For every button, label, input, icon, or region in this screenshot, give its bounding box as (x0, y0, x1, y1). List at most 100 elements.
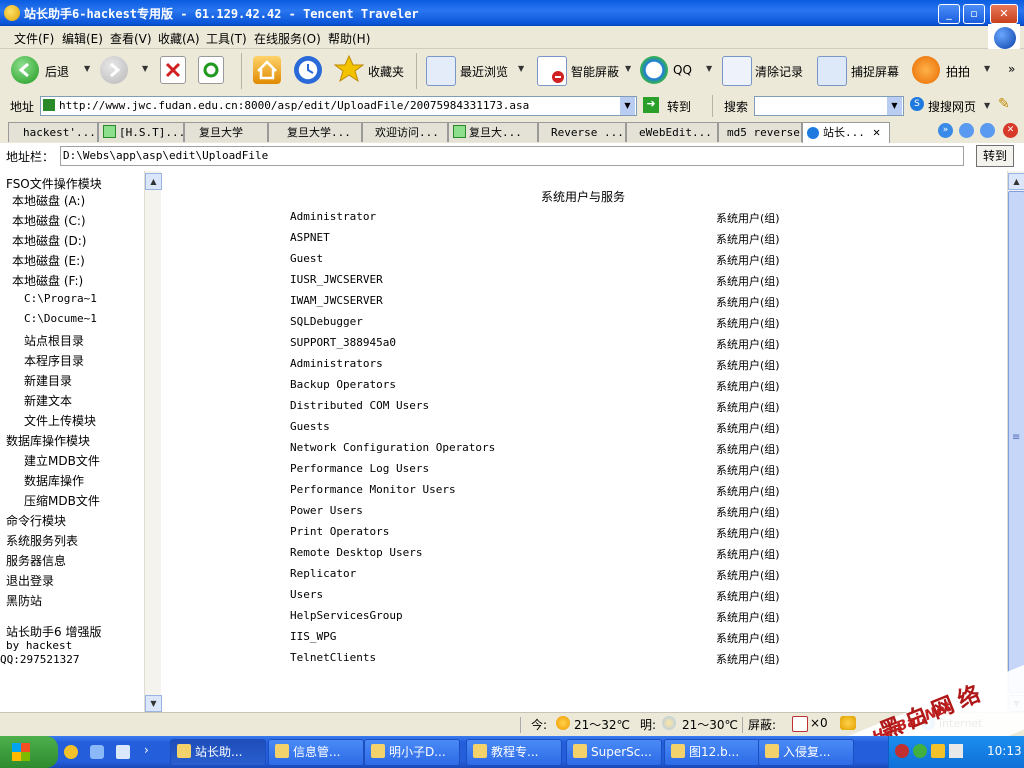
tab-zhanzhang-active[interactable]: 站长... ✕ (802, 122, 890, 143)
address-dropdown-icon[interactable]: ▼ (620, 97, 635, 115)
user-name: ASPNET (290, 231, 330, 244)
quicklaunch-app-icon[interactable] (90, 745, 104, 759)
tab-list-icon[interactable]: » (938, 123, 953, 138)
tab-fudan-2[interactable]: 复旦大学... (268, 122, 362, 142)
menu-online-service[interactable]: 在线服务(O) (254, 30, 321, 47)
capture-screen-icon[interactable] (817, 56, 847, 86)
toolbar-overflow-icon[interactable]: » (1008, 62, 1015, 76)
search-input[interactable]: ▼ (754, 96, 904, 116)
tab-fudan-1[interactable]: 复旦大学 (184, 122, 268, 142)
tab-welcome[interactable]: 欢迎访问... (362, 122, 448, 142)
task-app-icon (275, 744, 289, 758)
toolbar: 后退 ▼ ▼ 收藏夹 最近浏览 ▼ 智能屏蔽 ▼ QQ ▼ 清除记录 捕捉屏幕 … (0, 49, 1024, 94)
tab-ewebeditor[interactable]: eWebEdit... (626, 122, 718, 142)
title-bar[interactable]: 站长助手6-hackest专用版 - 61.129.42.42 - Tencen… (0, 0, 1024, 26)
go-arrow-icon[interactable]: ➜ (643, 97, 659, 113)
tab-md5-reverse[interactable]: md5 reverse (718, 122, 802, 142)
user-name: Distributed COM Users (290, 399, 430, 412)
tab-reverse[interactable]: Reverse ... (538, 122, 626, 142)
tray-network-icon[interactable] (913, 744, 927, 758)
scroll-down-arrow-icon[interactable]: ▼ (1008, 695, 1024, 712)
menu-favorites[interactable]: 收藏(A) (158, 30, 200, 47)
scroll-thumb[interactable]: ≡ (1008, 191, 1024, 693)
task-app-icon (177, 744, 191, 758)
smart-block-button[interactable]: 智能屏蔽 (571, 63, 619, 80)
menu-file[interactable]: 文件(F) (14, 30, 54, 47)
taskbar-button[interactable]: SuperSc... (566, 739, 662, 766)
menu-tools[interactable]: 工具(T) (206, 30, 247, 47)
paipai-button[interactable]: 拍拍 (946, 63, 970, 80)
search-dropdown-icon[interactable]: ▼ (887, 97, 902, 115)
content-scrollbar[interactable]: ▲ ≡ ▼ (1007, 171, 1024, 712)
back-dropdown-icon[interactable]: ▼ (84, 64, 90, 73)
menu-edit[interactable]: 编辑(E) (62, 30, 103, 47)
close-all-tabs-icon[interactable]: ✕ (1003, 123, 1018, 138)
clock[interactable]: 10:13 (987, 744, 1022, 758)
taskbar-button[interactable]: 入侵复... (758, 739, 854, 766)
refresh-icon[interactable] (198, 56, 224, 84)
minimize-button[interactable]: _ (938, 4, 960, 24)
capture-screen-button[interactable]: 捕捉屏幕 (851, 63, 899, 80)
tab-label: 欢迎访问... (375, 126, 439, 139)
plugin-icon[interactable] (840, 716, 856, 730)
home-icon[interactable] (253, 56, 281, 84)
user-name: Performance Monitor Users (290, 483, 456, 496)
menu-view[interactable]: 查看(V) (110, 30, 152, 47)
clear-history-icon[interactable] (722, 56, 752, 86)
back-button[interactable]: 后退 (45, 63, 69, 80)
paipai-icon[interactable] (912, 56, 940, 84)
tab-close-icon[interactable]: ✕ (873, 123, 880, 142)
scroll-up-arrow-icon[interactable]: ▲ (1008, 173, 1024, 190)
taskbar-button[interactable]: 信息管... (268, 739, 364, 766)
favorites-star-icon[interactable] (333, 54, 365, 84)
taskbar-button[interactable]: 明小子D... (364, 739, 460, 766)
quicklaunch-expand-icon[interactable]: › (144, 743, 149, 757)
qq-button[interactable]: QQ (673, 63, 692, 77)
block-icon[interactable] (792, 716, 808, 732)
taskbar-button[interactable]: 站长助... (170, 739, 266, 766)
start-button[interactable] (0, 736, 58, 768)
quicklaunch-browser-icon[interactable] (64, 745, 78, 759)
tab-hst[interactable]: [H.S.T]... (98, 122, 184, 142)
maximize-button[interactable]: ▫ (963, 4, 985, 24)
new-tab-icon[interactable] (959, 123, 974, 138)
tab-bar: hackest'... [H.S.T]... 复旦大学 复旦大学... 欢迎访问… (0, 119, 1024, 144)
back-arrow-icon[interactable] (11, 56, 39, 84)
user-type: 系统用户(组) (716, 359, 780, 372)
stop-icon[interactable] (160, 56, 186, 84)
taskbar-button[interactable]: 图12.b... (664, 739, 760, 766)
paipai-dropdown-icon[interactable]: ▼ (984, 64, 990, 73)
task-app-icon (371, 744, 385, 758)
menu-help[interactable]: 帮助(H) (328, 30, 370, 47)
tray-volume-icon[interactable] (949, 744, 963, 758)
show-desktop-icon[interactable] (116, 745, 130, 759)
favorites-button[interactable]: 收藏夹 (368, 63, 404, 80)
qq-dropdown-icon[interactable]: ▼ (706, 64, 712, 73)
forward-dropdown-icon[interactable]: ▼ (142, 64, 148, 73)
close-button[interactable]: ✕ (990, 4, 1018, 24)
tab-fudan-3[interactable]: 复旦大... (448, 122, 538, 142)
tray-security-icon[interactable] (895, 744, 909, 758)
tab-hackest[interactable]: hackest'... (8, 122, 98, 142)
search-engine-dropdown-icon[interactable]: ▼ (984, 101, 990, 110)
qq-icon[interactable] (640, 56, 668, 84)
recent-dropdown-icon[interactable]: ▼ (518, 64, 524, 73)
go-button[interactable]: 转到 (667, 98, 691, 115)
user-row: ASPNET 系统用户(组) (290, 231, 850, 249)
address-input[interactable]: http://www.jwc.fudan.edu.cn:8000/asp/edi… (40, 96, 637, 116)
tray-app-icon[interactable] (931, 744, 945, 758)
forward-arrow-icon[interactable] (100, 56, 128, 84)
clear-history-button[interactable]: 清除记录 (755, 63, 803, 80)
pen-icon[interactable]: ✎ (998, 96, 1010, 112)
history-clock-icon[interactable] (294, 56, 322, 84)
user-row: Administrators 系统用户(组) (290, 357, 850, 375)
smart-block-icon[interactable] (537, 56, 567, 86)
user-name: Remote Desktop Users (290, 546, 423, 559)
smart-block-dropdown-icon[interactable]: ▼ (625, 64, 631, 73)
restore-tab-icon[interactable] (980, 123, 995, 138)
recent-browse-button[interactable]: 最近浏览 (460, 63, 508, 80)
recent-browse-icon[interactable] (426, 56, 456, 86)
taskbar-button[interactable]: 教程专... (466, 739, 562, 766)
user-row: Guests 系统用户(组) (290, 420, 850, 438)
search-engine-button[interactable]: 搜搜网页 (928, 98, 976, 115)
